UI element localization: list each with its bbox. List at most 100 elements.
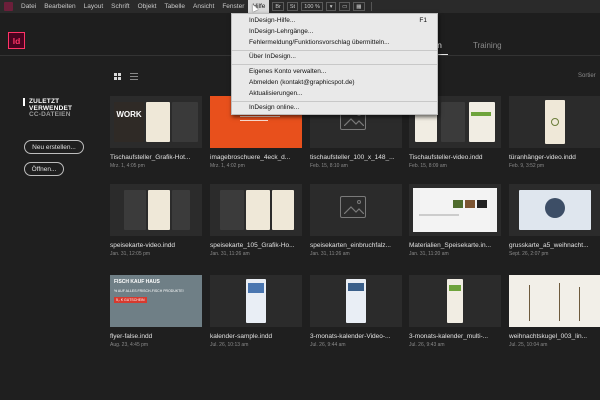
menu-objekt[interactable]: Objekt [134, 0, 161, 13]
menu-bearbeiten[interactable]: Bearbeiten [40, 0, 79, 13]
menu-fenster[interactable]: Fenster [218, 0, 248, 13]
file-card[interactable]: WORK Tischaufsteller_Grafik-Hot... Mrz. 1,… [110, 96, 202, 169]
menu-ansicht[interactable]: Ansicht [189, 0, 218, 13]
sort-label[interactable]: Sortier [578, 73, 596, 79]
image-placeholder-icon [340, 196, 366, 218]
file-date: Jul. 26, 9:43 am [409, 342, 445, 348]
menu-tabelle[interactable]: Tabelle [160, 0, 189, 13]
file-date: Jul. 26, 10:13 am [210, 342, 249, 348]
screen-mode-icon[interactable]: ▭ [339, 2, 351, 11]
list-view-icon[interactable] [130, 73, 138, 80]
file-date: Jan. 31, 11:26 am [210, 251, 250, 257]
thumb-text: FISCH KAUF HAUS [114, 279, 160, 285]
file-name: türanhänger-video.indd [509, 154, 576, 161]
stock-button[interactable]: St [286, 2, 299, 11]
active-section-marker [23, 98, 25, 106]
nav-cc-files[interactable]: CC-DATEIEN [29, 111, 71, 118]
file-card[interactable]: Materialien_Speisekarte.in... Jan. 31, 11… [409, 184, 501, 257]
file-thumbnail[interactable] [310, 184, 402, 236]
file-name: speisekarte_105_Grafik-Ho... [210, 242, 295, 249]
thumb-text: WORK [114, 102, 144, 142]
file-card[interactable]: speisekarte_105_Grafik-Ho... Jan. 31, 11:… [210, 184, 302, 257]
file-name: tischaufsteller_100_x_148_... [310, 154, 395, 161]
file-thumbnail[interactable] [409, 184, 501, 236]
file-card[interactable]: FISCH KAUF HAUS % AUF ALLES FRISCH-FISCH … [110, 275, 202, 348]
tab-training[interactable]: Training [473, 41, 502, 50]
file-date: Feb. 15, 8:10 am [310, 163, 348, 169]
open-button[interactable]: Öffnen... [24, 162, 64, 176]
arrange-docs-icon[interactable]: ▦ [353, 2, 365, 11]
file-date: Mrz. 1, 4:05 pm [110, 163, 145, 169]
bridge-button[interactable]: Br [272, 2, 284, 11]
menu-item-online[interactable]: InDesign online... [249, 104, 299, 111]
menu-item-lehrgaenge[interactable]: InDesign-Lehrgänge... [249, 28, 313, 35]
file-date: Mrz. 1, 4:02 pm [210, 163, 245, 169]
file-card[interactable]: speisekarten_einbruchfalz... Jan. 31, 11:… [310, 184, 402, 257]
menu-bar: Datei Bearbeiten Layout Schrift Objekt T… [0, 0, 600, 13]
file-date: Jul. 26, 9:44 am [310, 342, 346, 348]
menu-separator [232, 50, 437, 51]
file-name: kalender-sample.indd [210, 333, 273, 340]
file-date: Feb. 9, 3:52 pm [509, 163, 545, 169]
zoom-field[interactable]: 100 % [301, 2, 324, 11]
file-name: 3-monats-kalender-Video-... [310, 333, 391, 340]
file-date: Sept. 26, 2:07 pm [509, 251, 549, 257]
file-thumbnail[interactable] [509, 184, 600, 236]
menu-item-ueber-indesign[interactable]: Über InDesign... [249, 53, 296, 60]
file-thumbnail[interactable] [310, 275, 402, 327]
menu-schrift[interactable]: Schrift [107, 0, 133, 13]
file-name: Tischaufsteller-video.indd [409, 154, 483, 161]
file-thumbnail[interactable] [110, 184, 202, 236]
file-name: weihnachtskugel_003_lin... [509, 333, 588, 340]
create-new-button[interactable]: Neu erstellen... [24, 140, 84, 154]
view-options-icon[interactable]: ▾ [326, 2, 337, 11]
file-date: Jan. 31, 12:05 pm [110, 251, 151, 257]
file-card[interactable]: grusskarte_a5_weihnacht... Sept. 26, 2:07… [509, 184, 600, 257]
menu-item-indesign-hilfe[interactable]: InDesign-Hilfe... [249, 17, 295, 24]
menu-item-abmelden[interactable]: Abmelden (kontakt@graphicspot.de) [249, 79, 355, 86]
thumb-text: 5,- € GUTSCHEIN [114, 297, 147, 303]
file-card[interactable]: 3-monats-kalender_multi-... Jul. 26, 9:43… [409, 275, 501, 348]
file-name: imagebroschuere_4eck_d... [210, 154, 291, 161]
file-name: 3-monats-kalender_multi-... [409, 333, 489, 340]
shortcut-label: F1 [419, 17, 427, 24]
app-logo-icon [4, 2, 13, 11]
file-date: Feb. 15, 8:09 am [409, 163, 447, 169]
file-card[interactable]: türanhänger-video.indd Feb. 9, 3:52 pm [509, 96, 600, 169]
file-name: Tischaufsteller_Grafik-Hot... [110, 154, 191, 161]
thumb-text: % AUF ALLES FRISCH-FISCH PRODUKTE! [114, 289, 184, 293]
help-menu: InDesign-Hilfe... F1 InDesign-Lehrgänge.… [231, 13, 438, 115]
file-card[interactable]: kalender-sample.indd Jul. 26, 10:13 am [210, 275, 302, 348]
file-date: Jan. 31, 11:26 am [310, 251, 350, 257]
file-date: Jan. 31, 11:20 am [409, 251, 449, 257]
file-thumbnail[interactable]: WORK [110, 96, 202, 148]
file-thumbnail[interactable] [409, 275, 501, 327]
file-thumbnail[interactable] [210, 184, 302, 236]
menu-item-aktualisierungen[interactable]: Aktualisierungen... [249, 90, 302, 97]
menu-separator [232, 64, 437, 65]
file-date: Aug. 23, 4:45 pm [110, 342, 149, 348]
indesign-logo: Id [8, 32, 25, 49]
file-card[interactable]: 3-monats-kalender-Video-... Jul. 26, 9:44… [310, 275, 402, 348]
menu-datei[interactable]: Datei [17, 0, 40, 13]
file-name: speisekarte-video.indd [110, 242, 176, 249]
menu-item-fehlermeldung[interactable]: Fehlermeldung/Funktionsvorschlag übermit… [249, 39, 390, 46]
menu-item-konto[interactable]: Eigenes Konto verwalten... [249, 68, 326, 75]
file-thumbnail[interactable] [509, 275, 600, 327]
left-panel: ZULETZT VERWENDET CC-DATEIEN Neu erstell… [0, 56, 104, 400]
file-name: grusskarte_a5_weihnacht... [509, 242, 589, 249]
menu-layout[interactable]: Layout [80, 0, 108, 13]
file-date: Jul. 25, 10:04 am [509, 342, 548, 348]
file-thumbnail[interactable] [210, 275, 302, 327]
file-name: flyer-false.indd [110, 333, 153, 340]
file-name: speisekarten_einbruchfalz... [310, 242, 391, 249]
file-thumbnail[interactable]: FISCH KAUF HAUS % AUF ALLES FRISCH-FISCH … [110, 275, 202, 327]
menu-divider [370, 2, 372, 11]
menu-separator [232, 101, 437, 102]
nav-recent[interactable]: ZULETZT VERWENDET [29, 98, 104, 112]
grid-view-icon[interactable] [114, 73, 121, 80]
file-card[interactable]: speisekarte-video.indd Jan. 31, 12:05 pm [110, 184, 202, 257]
file-card[interactable]: weihnachtskugel_003_lin... Jul. 25, 10:04… [509, 275, 600, 348]
file-thumbnail[interactable] [509, 96, 600, 148]
file-name: Materialien_Speisekarte.in... [409, 242, 492, 249]
